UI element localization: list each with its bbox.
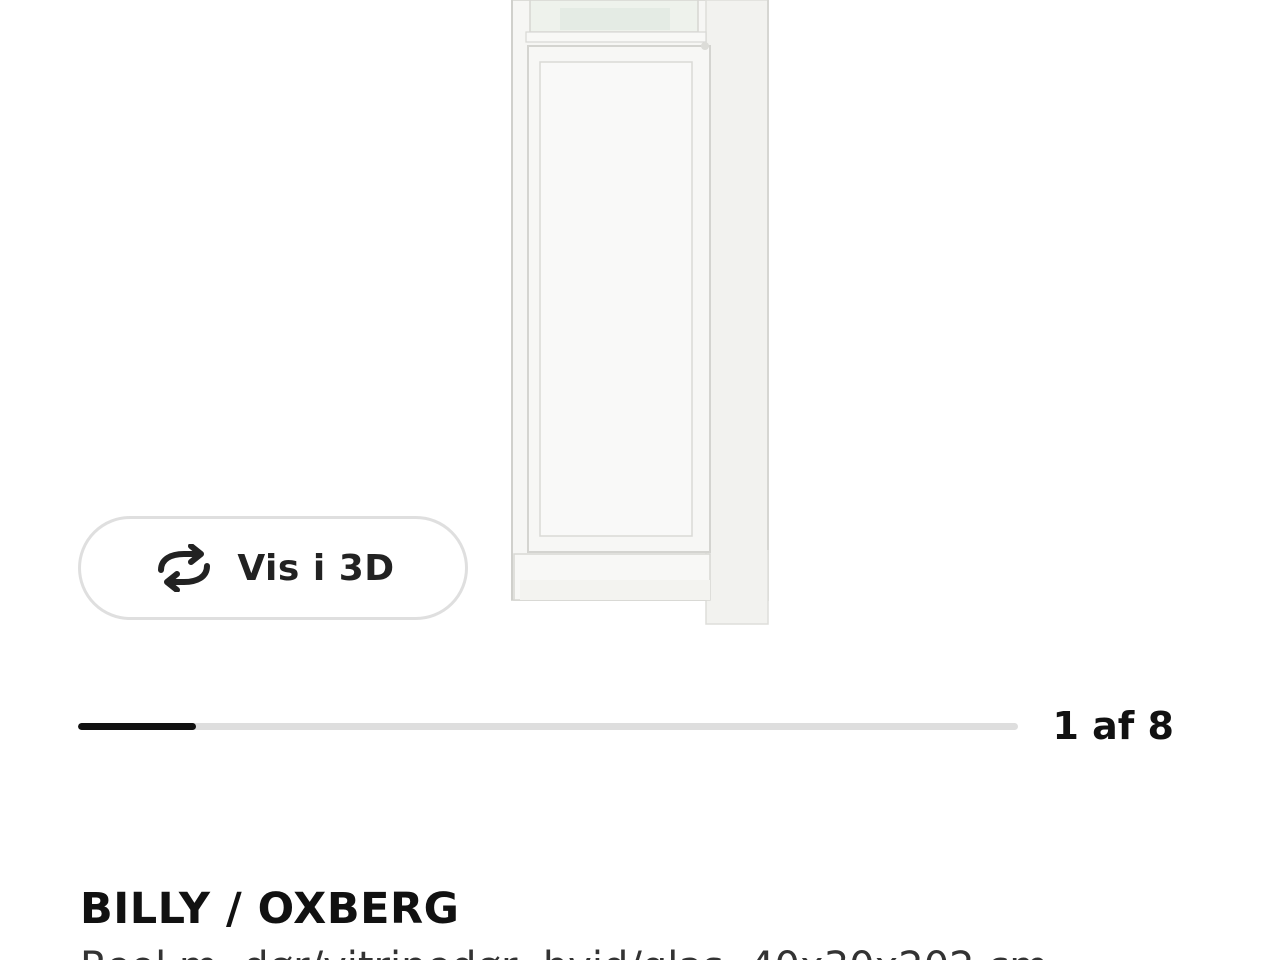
product-title: BILLY / OXBERG [80,884,460,934]
gallery-progress-fill [78,723,196,730]
gallery-image-counter: 1 af 8 [1052,704,1174,748]
rotate-3d-icon [151,544,217,592]
product-description: Reol m. dør/vitrinedør, hvid/glas, 40x30… [80,944,1048,960]
view-in-3d-button[interactable]: Vis i 3D [78,516,468,620]
view-in-3d-label: Vis i 3D [237,547,395,589]
product-page: Vis i 3D 1 af 8 BILLY / OXBERG Reol m. d… [0,0,1280,960]
gallery-progress-bar[interactable] [78,723,1018,730]
